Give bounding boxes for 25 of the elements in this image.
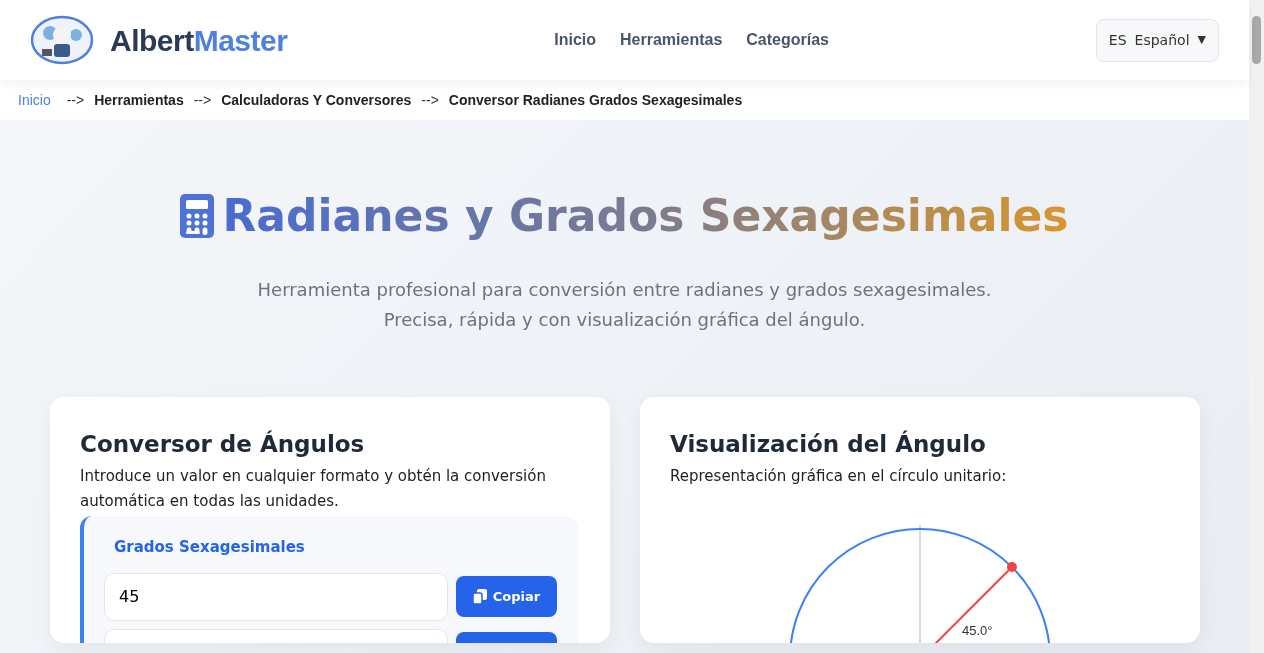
brand-name[interactable]: AlbertMaster: [110, 17, 288, 63]
language-selector[interactable]: ES Español ▼: [1095, 18, 1219, 62]
breadcrumb-item: Conversor Radianes Grados Sexagesimales: [448, 90, 743, 110]
subtitle-line: Herramienta profesional para conversión entre radianes y grados sexagesimales.: [256, 277, 993, 302]
language-label: ES: [1108, 30, 1127, 50]
breadcrumb-item: Herramientas: [94, 90, 184, 110]
breadcrumb-link[interactable]: Inicio: [18, 89, 51, 111]
breadcrumb-separator: -->: [193, 90, 212, 110]
nav-link[interactable]: Inicio: [554, 28, 597, 52]
angle-label: 45.0°: [962, 623, 993, 639]
card-title: Conversor de Ángulos: [80, 430, 366, 459]
card-description: Introduce un valor en cualquier formato y obtén la conversión automática en todas las unidades.: [80, 466, 547, 513]
subtitle-line: Precisa, rápida y con visualización gráfica del ángulo.: [382, 307, 867, 332]
caret-icon: ▼: [1197, 31, 1206, 49]
copy-button[interactable]: Copiar: [456, 576, 557, 618]
language-label: Español: [1134, 30, 1190, 50]
breadcrumb-separator: -->: [66, 90, 85, 110]
card-description: Representación gráfica en el círculo unitario:: [670, 466, 1008, 488]
card-title: Visualización del Ángulo: [670, 430, 987, 459]
section-title: Grados Sexagesimales: [114, 537, 306, 559]
nav-link[interactable]: Categorías: [746, 28, 829, 52]
value-field[interactable]: 45: [104, 572, 448, 621]
breadcrumb-item: Calculadoras Y Conversores: [221, 90, 412, 110]
breadcrumb-separator: -->: [421, 90, 439, 110]
nav-link[interactable]: Herramientas: [620, 28, 723, 52]
